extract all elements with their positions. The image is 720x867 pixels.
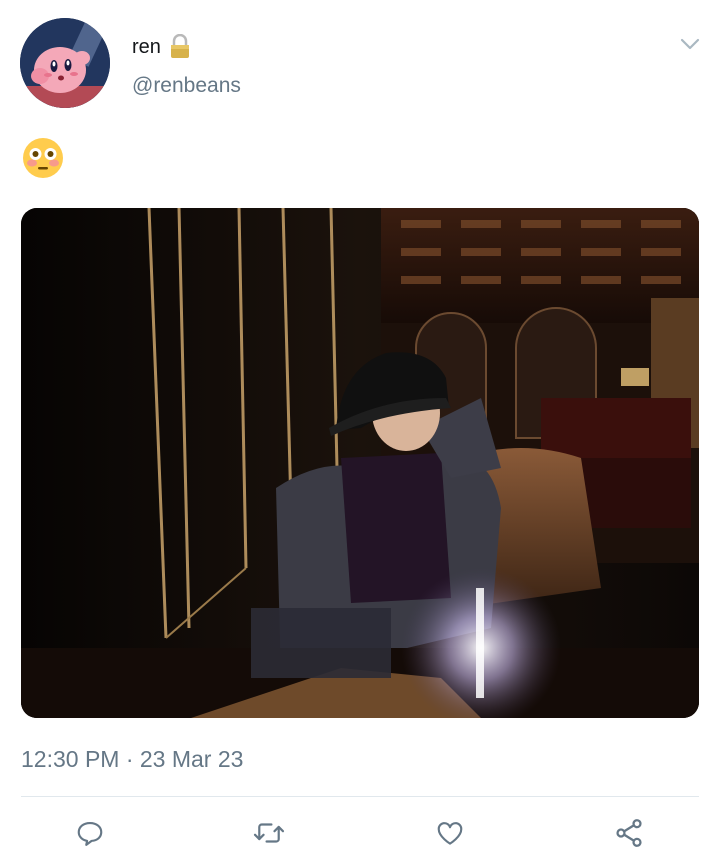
- chevron-down-icon[interactable]: [678, 34, 702, 54]
- reply-icon: [77, 821, 103, 846]
- photo-image: [21, 208, 699, 718]
- share-icon: [616, 819, 642, 847]
- retweet-icon: [253, 823, 285, 843]
- share-button[interactable]: [612, 816, 646, 850]
- reply-button[interactable]: [73, 816, 107, 850]
- retweet-button[interactable]: [252, 816, 286, 850]
- kirby-avatar-icon: [20, 18, 110, 108]
- like-icon: [437, 822, 463, 845]
- avatar[interactable]: [20, 18, 110, 108]
- display-name[interactable]: ren: [132, 36, 161, 59]
- flushed-face-emoji: [21, 136, 65, 180]
- lock-icon: [169, 33, 191, 60]
- divider: [21, 796, 699, 797]
- like-button[interactable]: [433, 816, 467, 850]
- tweet-timestamp[interactable]: 12:30 PM · 23 Mar 23: [21, 746, 243, 773]
- name-row[interactable]: ren: [132, 33, 191, 60]
- user-handle[interactable]: @renbeans: [132, 74, 241, 98]
- tweet-media-photo[interactable]: [21, 208, 699, 718]
